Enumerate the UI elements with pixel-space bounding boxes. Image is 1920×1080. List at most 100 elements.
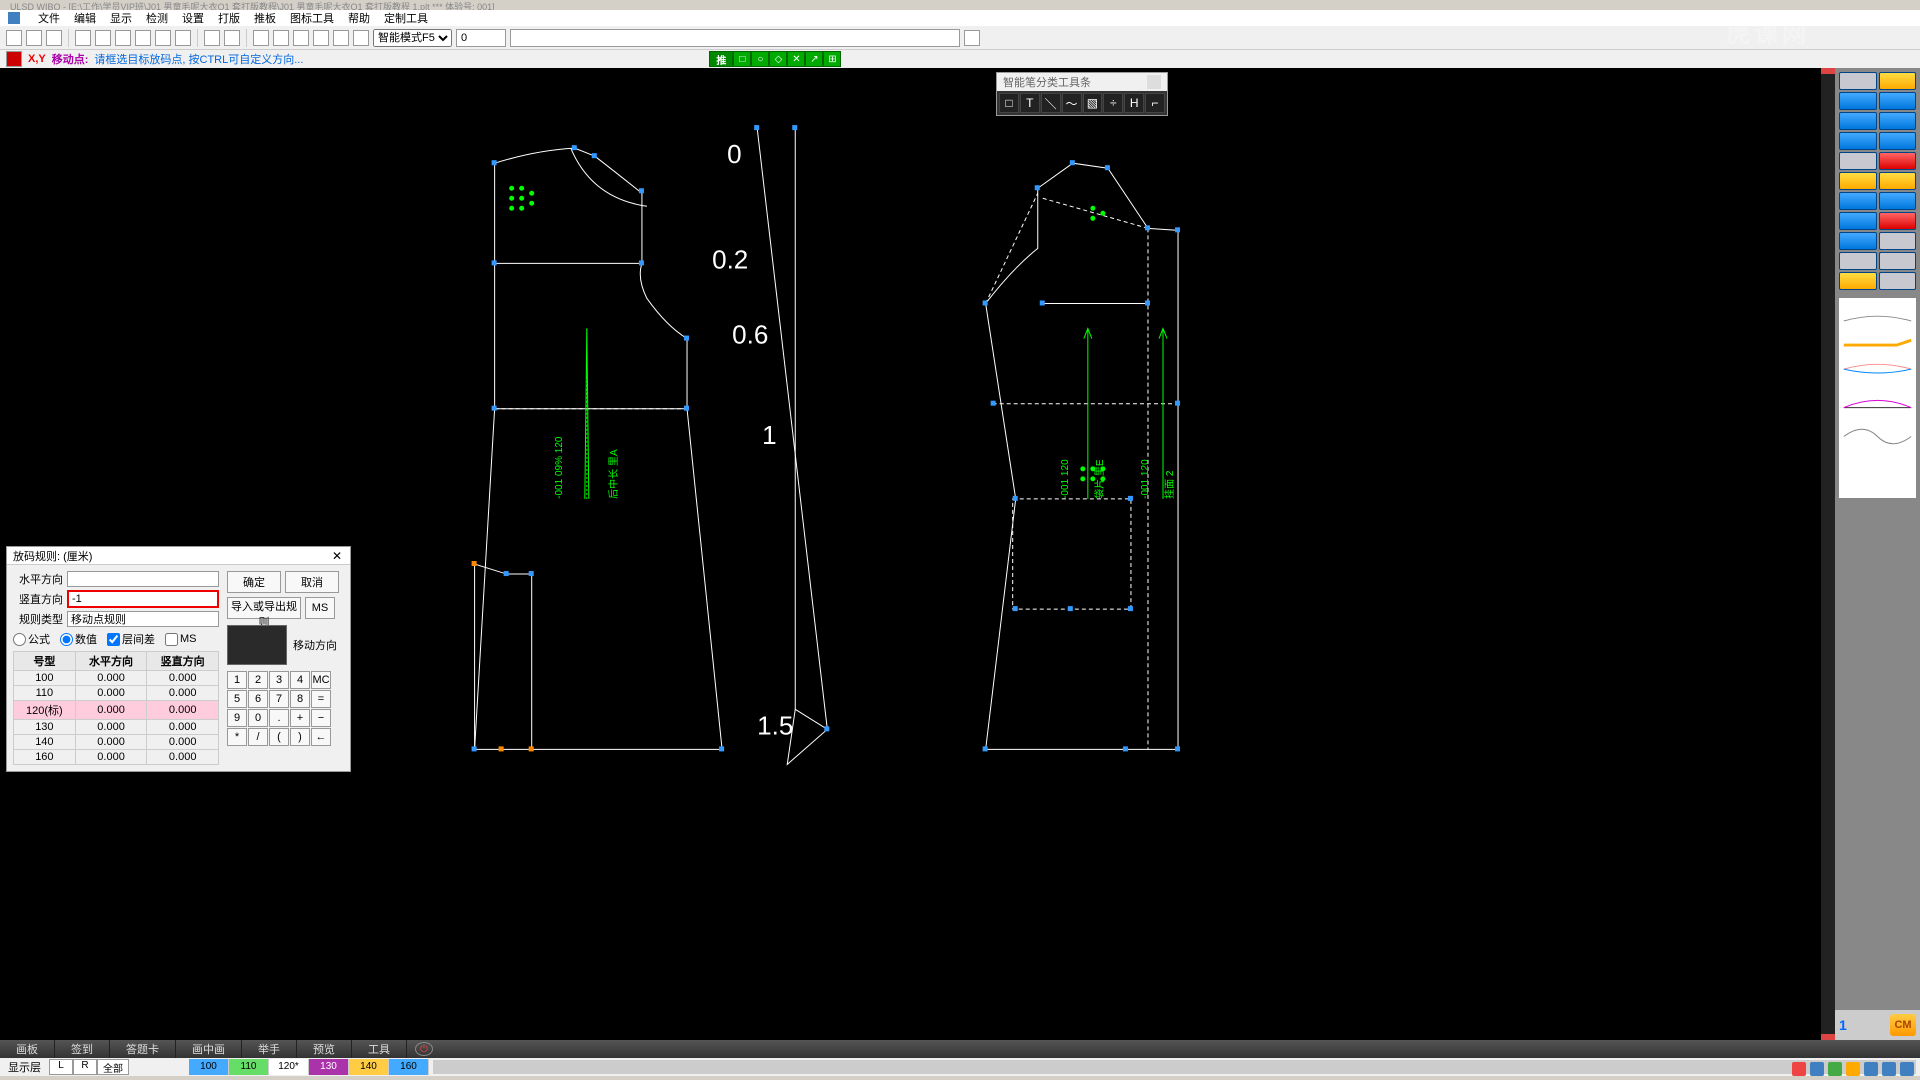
table-row[interactable]: 120(标)0.0000.000 — [14, 701, 219, 720]
refresh-icon[interactable] — [175, 30, 191, 46]
size-130[interactable]: 130 — [309, 1059, 349, 1075]
menu-pattern[interactable]: 打版 — [218, 10, 240, 26]
keypad-key[interactable]: ) — [290, 728, 310, 746]
rp-btn[interactable] — [1879, 232, 1917, 250]
zoom-out-icon[interactable] — [95, 30, 111, 46]
float-toolbar-title[interactable]: 智能笔分类工具条 — [997, 73, 1167, 91]
power-icon[interactable]: ⏻ — [415, 1042, 433, 1056]
keypad-key[interactable]: * — [227, 728, 247, 746]
layer-all-button[interactable]: 全部 — [97, 1059, 129, 1075]
check-ms[interactable]: MS — [165, 633, 197, 646]
rp-btn[interactable] — [1839, 172, 1877, 190]
keypad-key[interactable]: 3 — [269, 671, 289, 689]
sc-btn-3[interactable]: ◇ — [769, 51, 787, 67]
check-layer[interactable]: 层间差 — [107, 631, 155, 647]
keypad-key[interactable]: ( — [269, 728, 289, 746]
sc-btn-4[interactable]: ✕ — [787, 51, 805, 67]
redo-icon[interactable] — [224, 30, 240, 46]
rp-btn[interactable] — [1839, 272, 1877, 290]
tool-d-icon[interactable] — [353, 30, 369, 46]
mode-value-input[interactable] — [456, 29, 506, 47]
rule-type-input[interactable] — [67, 611, 219, 627]
new-icon[interactable] — [6, 30, 22, 46]
keypad-key[interactable]: 6 — [248, 690, 268, 708]
radio-formula[interactable]: 公式 — [13, 631, 50, 647]
rp-btn[interactable] — [1839, 132, 1877, 150]
table-row[interactable]: 1600.0000.000 — [14, 750, 219, 765]
menu-file[interactable]: 文件 — [38, 10, 60, 26]
rp-btn[interactable] — [1839, 112, 1877, 130]
menu-check[interactable]: 检测 — [146, 10, 168, 26]
keypad-key[interactable]: + — [290, 709, 310, 727]
horizontal-input[interactable] — [67, 571, 219, 587]
menu-icons[interactable]: 图标工具 — [290, 10, 334, 26]
size-strip[interactable] — [433, 1060, 1916, 1074]
ft-h-icon[interactable]: H — [1124, 93, 1144, 113]
tab-preview[interactable]: 预览 — [297, 1040, 352, 1058]
ft-corner-icon[interactable]: ⌐ — [1145, 93, 1165, 113]
select-icon[interactable] — [253, 30, 269, 46]
keypad-key[interactable]: 0 — [248, 709, 268, 727]
sc-btn-5[interactable]: ↗ — [805, 51, 823, 67]
menu-help[interactable]: 帮助 — [348, 10, 370, 26]
rp-btn[interactable] — [1879, 152, 1917, 170]
tray-icon[interactable] — [1810, 1062, 1824, 1076]
keypad-key[interactable]: 2 — [248, 671, 268, 689]
size-160[interactable]: 160 — [389, 1059, 429, 1075]
zoom-in-icon[interactable] — [75, 30, 91, 46]
tool-b-icon[interactable] — [313, 30, 329, 46]
keypad-key[interactable]: . — [269, 709, 289, 727]
rp-btn[interactable] — [1879, 72, 1917, 90]
ft-text-icon[interactable]: T — [1020, 93, 1040, 113]
rp-btn[interactable] — [1839, 192, 1877, 210]
menu-custom[interactable]: 定制工具 — [384, 10, 428, 26]
tray-icon[interactable] — [1828, 1062, 1842, 1076]
pan-icon[interactable] — [135, 30, 151, 46]
sc-btn-2[interactable]: ○ — [751, 51, 769, 67]
tool-c-icon[interactable] — [333, 30, 349, 46]
vertical-scrollbar[interactable] — [1821, 68, 1835, 1040]
grading-table[interactable]: 号型水平方向竖直方向 1000.0000.0001100.0000.000120… — [13, 651, 219, 765]
table-row[interactable]: 1300.0000.000 — [14, 720, 219, 735]
rp-btn[interactable] — [1839, 92, 1877, 110]
tray-icon[interactable] — [1846, 1062, 1860, 1076]
dialog-title-bar[interactable]: 放码规则: (厘米) ✕ — [7, 547, 350, 565]
tray-icon[interactable] — [1792, 1062, 1806, 1076]
vertical-input[interactable] — [67, 590, 219, 608]
keypad-key[interactable]: 7 — [269, 690, 289, 708]
keypad-key[interactable]: MC — [311, 671, 331, 689]
rp-btn[interactable] — [1879, 132, 1917, 150]
smart-pen-toolbar[interactable]: 智能笔分类工具条 □ T ＼ 〜 ▧ ÷ H ⌐ — [996, 72, 1168, 116]
rp-btn[interactable] — [1879, 172, 1917, 190]
grade-toggle-button[interactable]: 推 — [709, 51, 733, 67]
tab-signin[interactable]: 签到 — [55, 1040, 110, 1058]
keypad-key[interactable]: ← — [311, 728, 331, 746]
keypad-key[interactable]: 4 — [290, 671, 310, 689]
rp-btn[interactable] — [1879, 212, 1917, 230]
rp-btn[interactable] — [1879, 252, 1917, 270]
import-export-button[interactable]: 导入或导出规则 — [227, 597, 301, 619]
ft-line-icon[interactable]: ＼ — [1041, 93, 1061, 113]
save-icon[interactable] — [46, 30, 62, 46]
layer-r-button[interactable]: R — [73, 1059, 97, 1075]
ft-curve-icon[interactable]: 〜 — [1062, 93, 1082, 113]
keypad-key[interactable]: 1 — [227, 671, 247, 689]
keypad-key[interactable]: / — [248, 728, 268, 746]
rp-btn[interactable] — [1879, 192, 1917, 210]
menu-display[interactable]: 显示 — [110, 10, 132, 26]
table-row[interactable]: 1000.0000.000 — [14, 671, 219, 686]
rp-btn[interactable] — [1839, 232, 1877, 250]
unit-cm-button[interactable]: CM — [1890, 1014, 1916, 1036]
rp-btn[interactable] — [1879, 112, 1917, 130]
rp-btn[interactable] — [1839, 152, 1877, 170]
open-icon[interactable] — [26, 30, 42, 46]
mode-select[interactable]: 智能模式F5 — [373, 29, 452, 47]
keypad-key[interactable]: 5 — [227, 690, 247, 708]
menu-grade[interactable]: 推板 — [254, 10, 276, 26]
tab-answer[interactable]: 答题卡 — [110, 1040, 176, 1058]
radio-value[interactable]: 数值 — [60, 631, 97, 647]
sc-btn-1[interactable]: □ — [733, 51, 751, 67]
tab-raise-hand[interactable]: 举手 — [242, 1040, 297, 1058]
layer-l-button[interactable]: L — [49, 1059, 73, 1075]
table-row[interactable]: 1100.0000.000 — [14, 686, 219, 701]
